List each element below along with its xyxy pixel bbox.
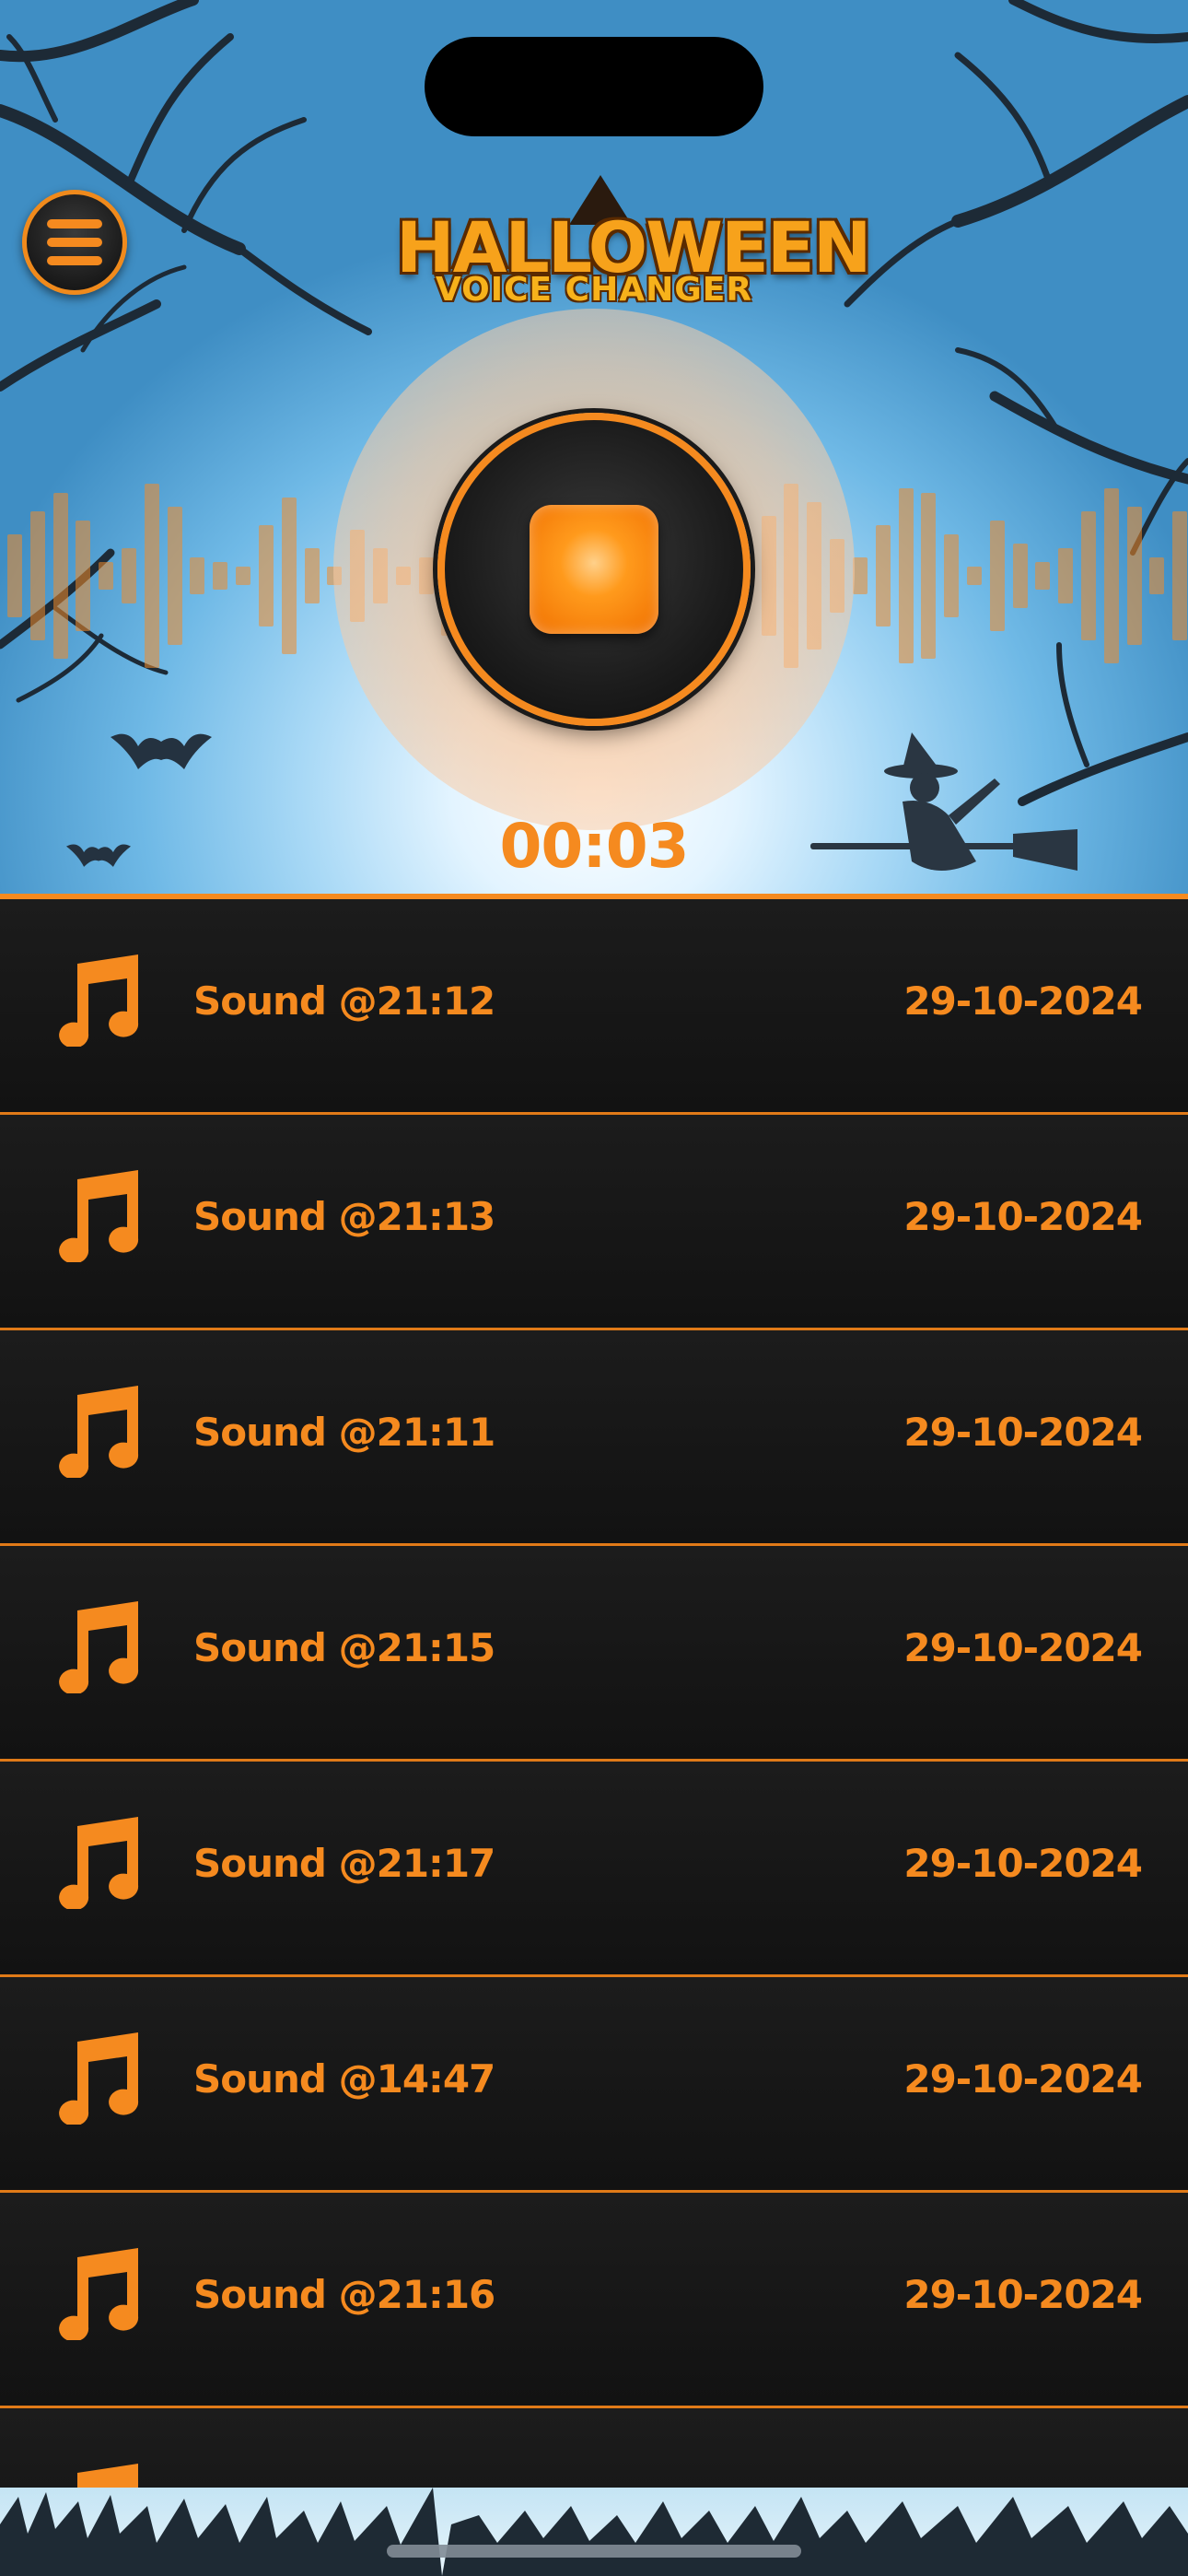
- music-note-icon: [59, 1817, 139, 1909]
- recording-date: 29-10-2024: [903, 978, 1143, 1024]
- recording-name: Sound @21:11: [193, 1410, 495, 1455]
- waveform-bar: [853, 557, 868, 594]
- list-item[interactable]: Sound @21:12 29-10-2024: [0, 899, 1188, 1115]
- recording-date: 29-10-2024: [903, 1410, 1143, 1455]
- waveform-bar: [876, 525, 891, 626]
- list-item[interactable]: Sound @21:17 29-10-2024: [0, 1762, 1188, 1977]
- list-item[interactable]: [0, 2408, 1188, 2488]
- list-item[interactable]: Sound @21:13 29-10-2024: [0, 1115, 1188, 1330]
- waveform-bar: [1149, 557, 1164, 594]
- waveform-bar: [1172, 511, 1187, 640]
- waveform-bar: [921, 493, 936, 659]
- waveform-bar: [944, 534, 959, 617]
- recording-name: Sound @21:12: [193, 978, 495, 1024]
- waveform-bar: [1081, 511, 1096, 640]
- waveform-bar: [899, 488, 914, 663]
- bat-icon: [111, 719, 212, 778]
- waveform-bar: [168, 507, 182, 645]
- waveform-bar: [99, 562, 113, 590]
- recording-name: Sound @21:15: [193, 1625, 495, 1670]
- waveform-bar: [282, 498, 297, 654]
- home-indicator[interactable]: [387, 2545, 801, 2558]
- waveform-bar: [236, 567, 250, 585]
- waveform-bar: [190, 557, 204, 594]
- waveform-bar: [7, 534, 22, 617]
- music-note-icon: [59, 1601, 139, 1693]
- waveform-bar: [122, 548, 136, 603]
- waveform-bar: [53, 493, 68, 659]
- waveform-bar: [145, 484, 159, 668]
- recorder-header: HALLOWEEN VOICE CHANGER 00:03: [0, 0, 1188, 898]
- waveform-bar: [76, 521, 90, 631]
- waveform-bar: [259, 525, 274, 626]
- waveform-bar: [30, 511, 45, 640]
- stop-icon: [530, 505, 658, 634]
- recording-name: Sound @21:16: [193, 2272, 495, 2317]
- dynamic-island: [425, 37, 763, 136]
- list-item[interactable]: Sound @14:47 29-10-2024: [0, 1977, 1188, 2193]
- waveform-bar: [213, 562, 227, 590]
- recording-name: Sound @21:13: [193, 1194, 495, 1239]
- list-item[interactable]: Sound @21:11 29-10-2024: [0, 1330, 1188, 1546]
- waveform-bar: [1013, 544, 1028, 608]
- bat-icon: [66, 834, 131, 874]
- waveform-bar: [1035, 562, 1050, 590]
- waveform-bar: [1127, 507, 1142, 645]
- recording-date: 29-10-2024: [903, 2056, 1143, 2102]
- music-note-icon: [59, 1170, 139, 1262]
- recordings-list[interactable]: Sound @21:12 29-10-2024 Sound @21:13 29-…: [0, 894, 1188, 2488]
- list-item[interactable]: Sound @21:16 29-10-2024: [0, 2193, 1188, 2408]
- logo-subtitle: VOICE CHANGER: [435, 271, 753, 309]
- recording-name: Sound @14:47: [193, 2056, 495, 2102]
- waveform-bar: [990, 521, 1005, 631]
- stop-recording-button[interactable]: [437, 413, 751, 726]
- music-note-icon: [59, 1386, 139, 1478]
- grass-silhouette-illustration: [0, 2488, 1188, 2576]
- waveform-bar: [1104, 488, 1119, 663]
- recording-date: 29-10-2024: [903, 1194, 1143, 1239]
- list-item[interactable]: Sound @21:15 29-10-2024: [0, 1546, 1188, 1762]
- recording-name: Sound @21:17: [193, 1841, 495, 1886]
- graveyard-footer: [0, 2488, 1188, 2576]
- menu-button[interactable]: [22, 190, 127, 295]
- recording-date: 29-10-2024: [903, 1841, 1143, 1886]
- waveform-bar: [1058, 548, 1073, 603]
- recording-timer: 00:03: [499, 811, 689, 882]
- music-note-icon: [59, 2248, 139, 2340]
- waveform-bar: [305, 548, 320, 603]
- music-note-icon: [77, 2464, 138, 2488]
- app-logo: HALLOWEEN VOICE CHANGER: [396, 175, 871, 322]
- recording-date: 29-10-2024: [903, 1625, 1143, 1670]
- recording-date: 29-10-2024: [903, 2272, 1143, 2317]
- music-note-icon: [59, 954, 139, 1047]
- witch-on-broom-icon: [810, 723, 1077, 898]
- waveform-bar: [967, 567, 982, 585]
- music-note-icon: [59, 2032, 139, 2125]
